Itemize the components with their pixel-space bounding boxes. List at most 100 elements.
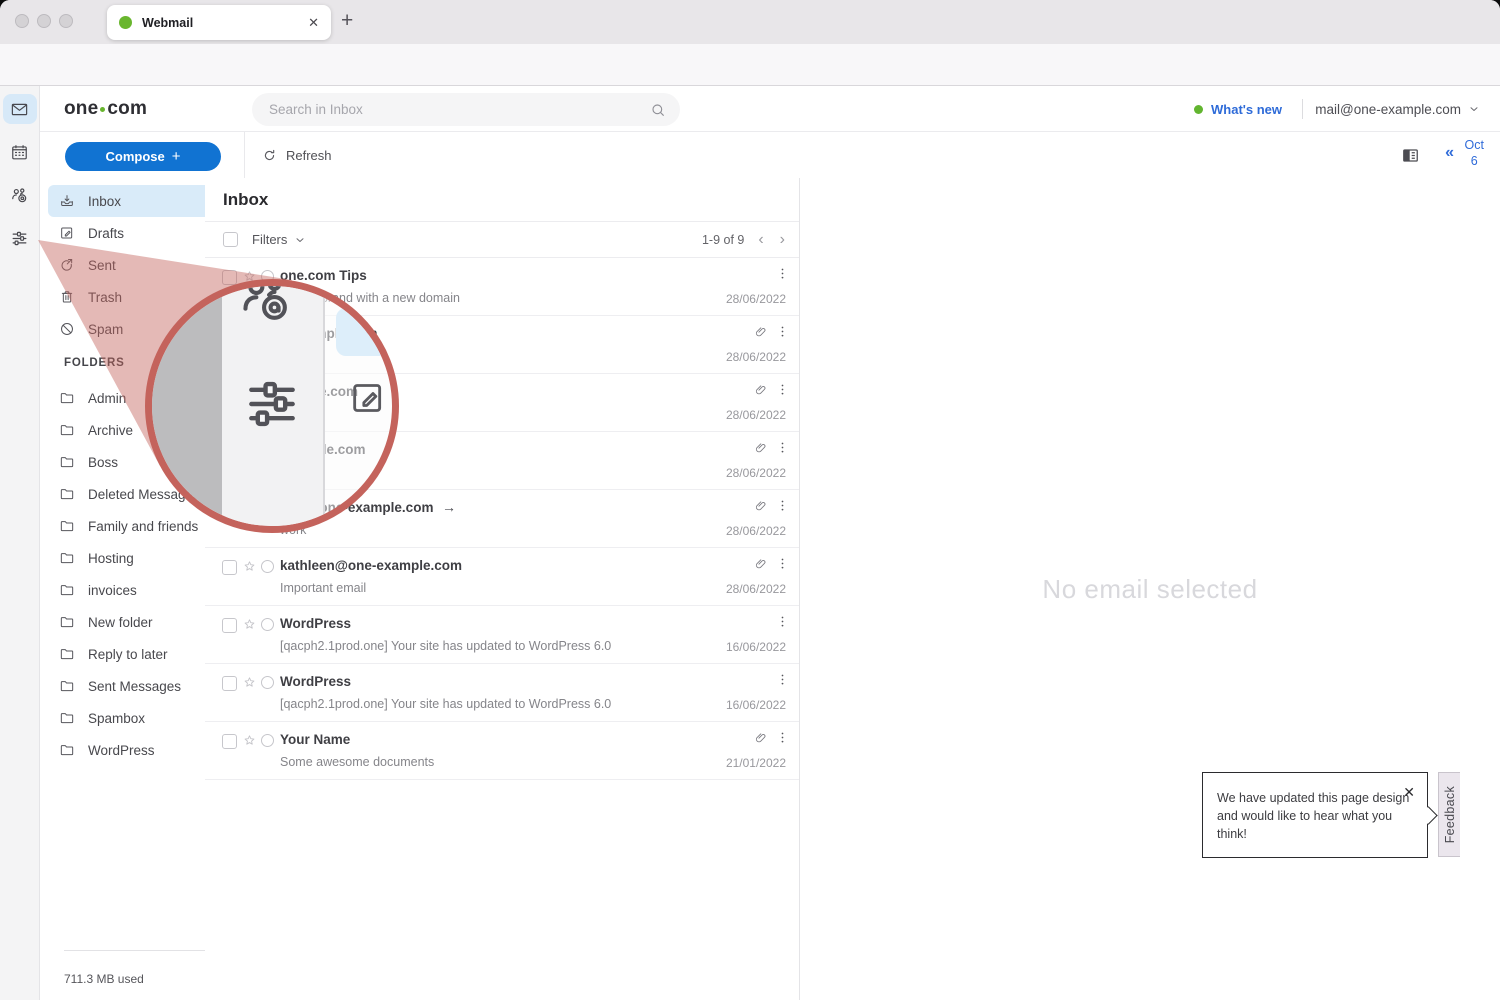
folder-label: Admin xyxy=(88,391,126,406)
attachment-icon xyxy=(754,557,768,571)
star-icon[interactable] xyxy=(242,559,257,574)
sidebar-item-label: Sent xyxy=(88,258,116,273)
whats-new-link[interactable]: What's new xyxy=(1194,86,1282,132)
row-checkbox[interactable] xyxy=(222,560,237,575)
email-row[interactable]: Your Name Some awesome documents 21/01/202… xyxy=(205,722,799,780)
tab-close-icon[interactable]: ✕ xyxy=(308,15,319,31)
email-date: 28/06/2022 xyxy=(726,350,786,364)
next-page-icon[interactable]: › xyxy=(780,231,785,249)
account-menu[interactable]: mail@one-example.com xyxy=(1315,86,1480,132)
app-header: onecom What's new mail@one-example.com xyxy=(40,86,1500,132)
mail-icon[interactable] xyxy=(3,94,37,124)
attachment-icon xyxy=(754,441,768,455)
magnifier-circle xyxy=(145,279,399,533)
email-date: 21/01/2022 xyxy=(726,756,786,770)
logo-green-dot xyxy=(100,107,105,112)
storage-usage: 711.3 MB used xyxy=(64,972,144,986)
magnified-window-edge xyxy=(152,286,222,526)
reading-pane: No email selected xyxy=(800,178,1500,1000)
email-subject: Some awesome documents xyxy=(280,755,434,769)
prev-page-icon[interactable]: ‹ xyxy=(758,231,763,249)
folder-icon xyxy=(59,582,75,598)
chevron-down-icon[interactable] xyxy=(294,234,306,246)
email-sender: WordPress xyxy=(280,674,351,689)
kebab-menu-icon[interactable] xyxy=(775,324,790,339)
star-icon[interactable] xyxy=(242,617,257,632)
row-checkbox[interactable] xyxy=(222,734,237,749)
close-window-button[interactable] xyxy=(15,14,29,28)
magnified-inbox-highlight xyxy=(336,308,390,356)
unread-indicator[interactable] xyxy=(261,734,274,747)
select-all-checkbox[interactable] xyxy=(223,232,238,247)
settings-sliders-icon[interactable] xyxy=(3,223,37,253)
calendar-date-widget[interactable]: Oct6 xyxy=(1465,138,1484,169)
email-date: 28/06/2022 xyxy=(726,582,786,596)
search-icon[interactable] xyxy=(650,102,666,118)
window-controls[interactable] xyxy=(15,14,73,28)
refresh-icon xyxy=(262,148,277,163)
folder-label: New folder xyxy=(88,615,153,630)
attachment-icon xyxy=(754,731,768,745)
folder-label: invoices xyxy=(88,583,137,598)
search-bar[interactable] xyxy=(252,93,680,126)
sidebar-item-label: Inbox xyxy=(88,194,121,209)
sent-icon xyxy=(59,257,75,273)
kebab-menu-icon[interactable] xyxy=(775,498,790,513)
contacts-icon[interactable] xyxy=(3,180,37,210)
mail-toolbar: Refresh « Oct6 xyxy=(245,132,1500,178)
folder-icon xyxy=(59,486,75,502)
kebab-menu-icon[interactable] xyxy=(775,614,790,629)
unread-indicator[interactable] xyxy=(261,560,274,573)
compose-button[interactable]: Compose+ xyxy=(65,142,221,171)
email-row[interactable]: kathleen@one-example.comImportant email2… xyxy=(205,548,799,606)
maximize-window-button[interactable] xyxy=(59,14,73,28)
trash-icon xyxy=(59,289,75,305)
reading-pane-layout-icon[interactable] xyxy=(1401,146,1420,165)
attachment-icon xyxy=(754,383,768,397)
close-icon[interactable]: ✕ xyxy=(1403,782,1415,802)
feedback-tab[interactable]: Feedback xyxy=(1438,772,1460,857)
one-com-logo: onecom xyxy=(64,98,147,120)
email-date: 16/06/2022 xyxy=(726,640,786,654)
kebab-menu-icon[interactable] xyxy=(775,382,790,397)
folder-icon xyxy=(59,646,75,662)
app-rail xyxy=(0,86,40,1000)
whats-new-dot xyxy=(1194,105,1203,114)
email-sender: kathleen@one-example.com xyxy=(280,558,462,573)
attachment-icon xyxy=(754,325,768,339)
calendar-icon[interactable] xyxy=(3,137,37,167)
browser-window: Webmail ✕ + ← → https://mail.one.com/mai… xyxy=(0,0,1500,1000)
folder-label: WordPress xyxy=(88,743,155,758)
email-row[interactable]: WordPress [qacph2.1prod.one] Your site ha… xyxy=(205,664,799,722)
row-checkbox[interactable] xyxy=(222,676,237,691)
tab-title: Webmail xyxy=(142,16,308,30)
refresh-button[interactable]: Refresh xyxy=(262,132,332,178)
empty-state-text: No email selected xyxy=(1042,574,1257,605)
star-icon[interactable] xyxy=(242,675,257,690)
email-date: 28/06/2022 xyxy=(726,292,786,306)
collapse-panel-icon[interactable]: « xyxy=(1445,144,1454,162)
folder-icon xyxy=(59,614,75,630)
webmail-app: onecom What's new mail@one-example.com C… xyxy=(0,86,1500,1000)
row-checkbox[interactable] xyxy=(222,270,237,285)
folder-label: Reply to later xyxy=(88,647,168,662)
kebab-menu-icon[interactable] xyxy=(775,556,790,571)
browser-tab[interactable]: Webmail ✕ xyxy=(107,5,331,40)
email-sender: Your Name xyxy=(280,732,350,747)
kebab-menu-icon[interactable] xyxy=(775,730,790,745)
kebab-menu-icon[interactable] xyxy=(775,672,790,687)
star-icon[interactable] xyxy=(242,733,257,748)
unread-indicator[interactable] xyxy=(261,676,274,689)
unread-indicator[interactable] xyxy=(261,618,274,631)
search-input[interactable] xyxy=(269,102,650,117)
email-subject: [qacph2.1prod.one] Your site has updated… xyxy=(280,697,611,711)
kebab-menu-icon[interactable] xyxy=(775,266,790,281)
email-date: 28/06/2022 xyxy=(726,524,786,538)
chevron-down-icon xyxy=(1468,103,1480,115)
new-tab-button[interactable]: + xyxy=(341,9,353,33)
email-row[interactable]: WordPress[qacph2.1prod.one] Your site ha… xyxy=(205,606,799,664)
row-checkbox[interactable] xyxy=(222,618,237,633)
filters-button[interactable]: Filters xyxy=(252,232,287,247)
kebab-menu-icon[interactable] xyxy=(775,440,790,455)
minimize-window-button[interactable] xyxy=(37,14,51,28)
